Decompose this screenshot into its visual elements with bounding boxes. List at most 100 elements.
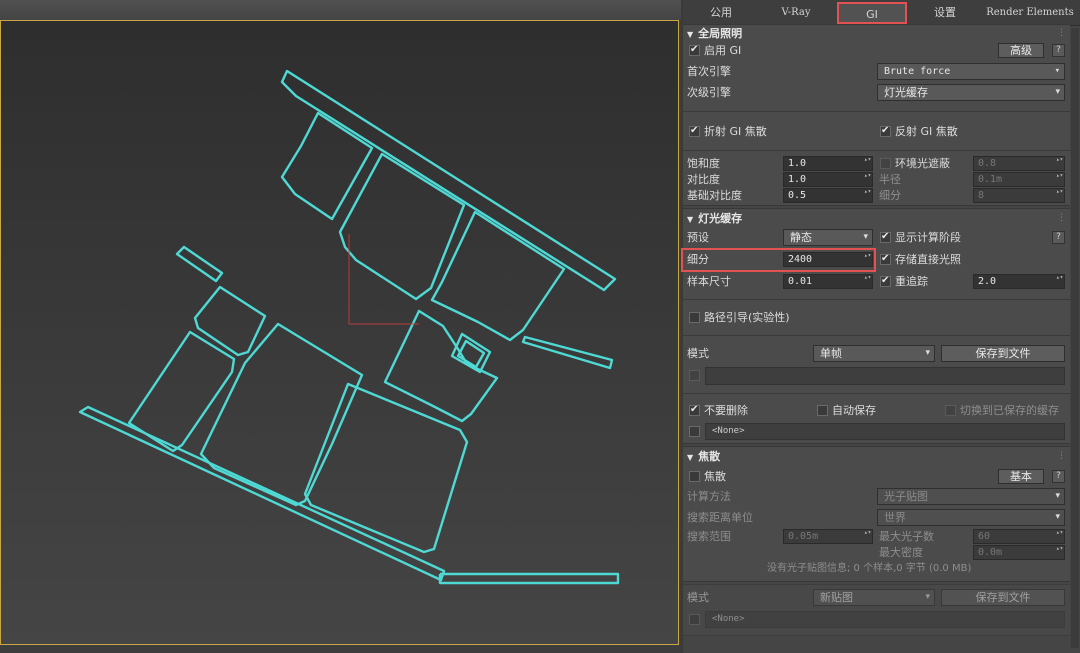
caustics-file-field[interactable]: <None> <box>705 611 1065 628</box>
rollout-grip-icon: ⋮ <box>1057 28 1066 38</box>
help-button[interactable]: ? <box>1052 44 1065 57</box>
collapse-triangle-icon: ▼ <box>687 215 694 224</box>
radius-label: 半径 <box>879 173 901 186</box>
caustics-save-to-file-button[interactable]: 保存到文件 <box>941 589 1065 606</box>
calc-method-dropdown[interactable]: 光子贴图 <box>877 488 1065 505</box>
tab-vray[interactable]: V-Ray <box>771 2 821 24</box>
caustics-mode-dropdown[interactable]: 新贴图 <box>813 589 935 606</box>
light-cache-header-label: 灯光缓存 <box>698 212 743 225</box>
caustics-header-label: 焦散 <box>698 450 721 463</box>
refractive-caustics-checkbox[interactable] <box>689 122 700 139</box>
contrast-spinner[interactable]: 1.0 <box>783 172 873 187</box>
show-calc-phase-label: 显示计算阶段 <box>895 231 961 244</box>
divider <box>683 335 1070 336</box>
lc-load-file-field[interactable]: <None> <box>705 423 1065 440</box>
road-wireframe <box>78 69 620 585</box>
ao-subdivs-spinner[interactable]: 8 <box>973 188 1065 203</box>
lc-mode-label: 模式 <box>687 347 709 360</box>
advanced-mode-button[interactable]: 高级 <box>998 43 1044 58</box>
render-setup-panel: 公用 V-Ray GI 设置 Render Elements ▼ 全局照明 ⋮ 启… <box>681 0 1080 653</box>
search-units-label: 搜索距离单位 <box>687 511 753 524</box>
enable-gi-label: 启用 GI <box>704 44 742 57</box>
tab-settings[interactable]: 设置 <box>927 2 963 24</box>
preset-label: 预设 <box>687 231 709 244</box>
tab-gi[interactable]: GI <box>837 2 907 24</box>
divider <box>683 111 1070 112</box>
saturation-spinner[interactable]: 1.0 <box>783 156 873 171</box>
path-guiding-checkbox[interactable] <box>689 312 700 323</box>
switch-to-saved-checkbox[interactable] <box>945 405 956 416</box>
auto-save-checkbox[interactable] <box>817 405 828 416</box>
lc-save-to-file-button[interactable]: 保存到文件 <box>941 345 1065 362</box>
ao-subdivs-label: 细分 <box>879 189 901 202</box>
panel-scrollbar[interactable] <box>1071 28 1079 648</box>
light-cache-section: ▼灯光缓存 ⋮ 预设 静态 显示计算阶段 ? 细分 2400 存储直接光照 样本… <box>681 208 1070 444</box>
auto-save-label: 自动保存 <box>832 404 876 417</box>
subdivs-highlight-box <box>681 248 876 272</box>
gi-header-label: 全局照明 <box>698 27 743 40</box>
rollout-grip-icon: ⋮ <box>1057 451 1066 461</box>
retrace-checkbox[interactable] <box>880 272 891 289</box>
retrace-label: 重追踪 <box>895 275 928 288</box>
tab-render-elements[interactable]: Render Elements <box>983 2 1077 24</box>
ambient-occlusion-spinner[interactable]: 0.8 <box>973 156 1065 171</box>
caustics-header[interactable]: ▼ 焦散 <box>687 448 720 466</box>
max-density-label: 最大密度 <box>879 546 923 559</box>
light-cache-header[interactable]: ▼ 灯光缓存 <box>687 210 742 228</box>
basic-mode-button[interactable]: 基本 <box>998 469 1044 484</box>
search-range-label: 搜索范围 <box>687 530 731 543</box>
lc-load-file-checkbox[interactable] <box>689 426 700 437</box>
reflective-caustics-label: 反射 GI 焦散 <box>895 125 958 138</box>
max-density-spinner[interactable]: 0.0m <box>973 545 1065 560</box>
divider <box>683 393 1070 394</box>
enable-gi-checkbox[interactable] <box>689 41 700 58</box>
lc-file-path-field[interactable] <box>705 367 1065 385</box>
caustics-file-checkbox[interactable] <box>689 614 700 625</box>
viewport-panel[interactable] <box>0 0 681 653</box>
store-direct-light-label: 存储直接光照 <box>895 253 961 266</box>
secondary-engine-dropdown[interactable]: 灯光缓存 <box>877 84 1065 101</box>
search-units-dropdown[interactable]: 世界 <box>877 509 1065 526</box>
help-button[interactable]: ? <box>1052 231 1065 244</box>
reflective-caustics-checkbox[interactable] <box>880 122 891 139</box>
refractive-caustics-label: 折射 GI 焦散 <box>704 125 767 138</box>
caustics-mode-label: 模式 <box>687 591 709 604</box>
help-button[interactable]: ? <box>1052 470 1065 483</box>
contrast-base-label: 基础对比度 <box>687 189 742 202</box>
saturation-label: 饱和度 <box>687 157 720 170</box>
preset-dropdown[interactable]: 静态 <box>783 229 873 246</box>
lc-file-checkbox[interactable] <box>689 370 700 381</box>
secondary-engine-label: 次级引擎 <box>687 86 731 99</box>
show-calc-phase-checkbox[interactable] <box>880 228 891 245</box>
primary-engine-dropdown[interactable]: Brute force <box>877 63 1065 80</box>
contrast-base-spinner[interactable]: 0.5 <box>783 188 873 203</box>
switch-to-saved-label: 切换到已保存的缓存 <box>960 404 1059 417</box>
photon-map-info: 没有光子贴图信息; 0 个样本,0 字节 (0.0 MB) <box>767 563 972 574</box>
caustics-enable-checkbox[interactable] <box>689 471 700 482</box>
ambient-occlusion-checkbox[interactable] <box>880 158 891 169</box>
sample-size-spinner[interactable]: 0.01 <box>783 274 873 289</box>
max-photons-label: 最大光子数 <box>879 530 934 543</box>
caustics-enable-label: 焦散 <box>704 470 726 483</box>
collapse-triangle-icon: ▼ <box>687 30 694 39</box>
tab-bar: 公用 V-Ray GI 设置 Render Elements <box>683 0 1080 26</box>
path-guiding-label: 路径引导(实验性) <box>704 311 790 324</box>
calc-method-label: 计算方法 <box>687 490 731 503</box>
radius-spinner[interactable]: 0.1m <box>973 172 1065 187</box>
sample-size-label: 样本尺寸 <box>687 275 731 288</box>
search-range-spinner[interactable]: 0.05m <box>783 529 873 544</box>
retrace-spinner[interactable]: 2.0 <box>973 274 1065 289</box>
gi-section: ▼ 全局照明 ⋮ 启用 GI 高级 ? 首次引擎 Brute force 次级引擎… <box>683 24 1070 206</box>
tab-common[interactable]: 公用 <box>701 2 741 24</box>
lc-mode-dropdown[interactable]: 单帧 <box>813 345 935 362</box>
store-direct-light-checkbox[interactable] <box>880 250 891 267</box>
caustics-mode-section: 模式 新贴图 保存到文件 <None> <box>683 584 1070 636</box>
max-photons-spinner[interactable]: 60 <box>973 529 1065 544</box>
contrast-label: 对比度 <box>687 173 720 186</box>
divider <box>683 150 1070 151</box>
dont-delete-label: 不要删除 <box>704 404 748 417</box>
caustics-section: ▼ 焦散 ⋮ 焦散 基本 ? 计算方法 光子贴图 搜索距离单位 世界 搜索范围 0… <box>683 446 1070 582</box>
dont-delete-checkbox[interactable] <box>689 401 700 418</box>
rollout-grip-icon: ⋮ <box>1057 213 1066 223</box>
divider <box>683 299 1070 300</box>
